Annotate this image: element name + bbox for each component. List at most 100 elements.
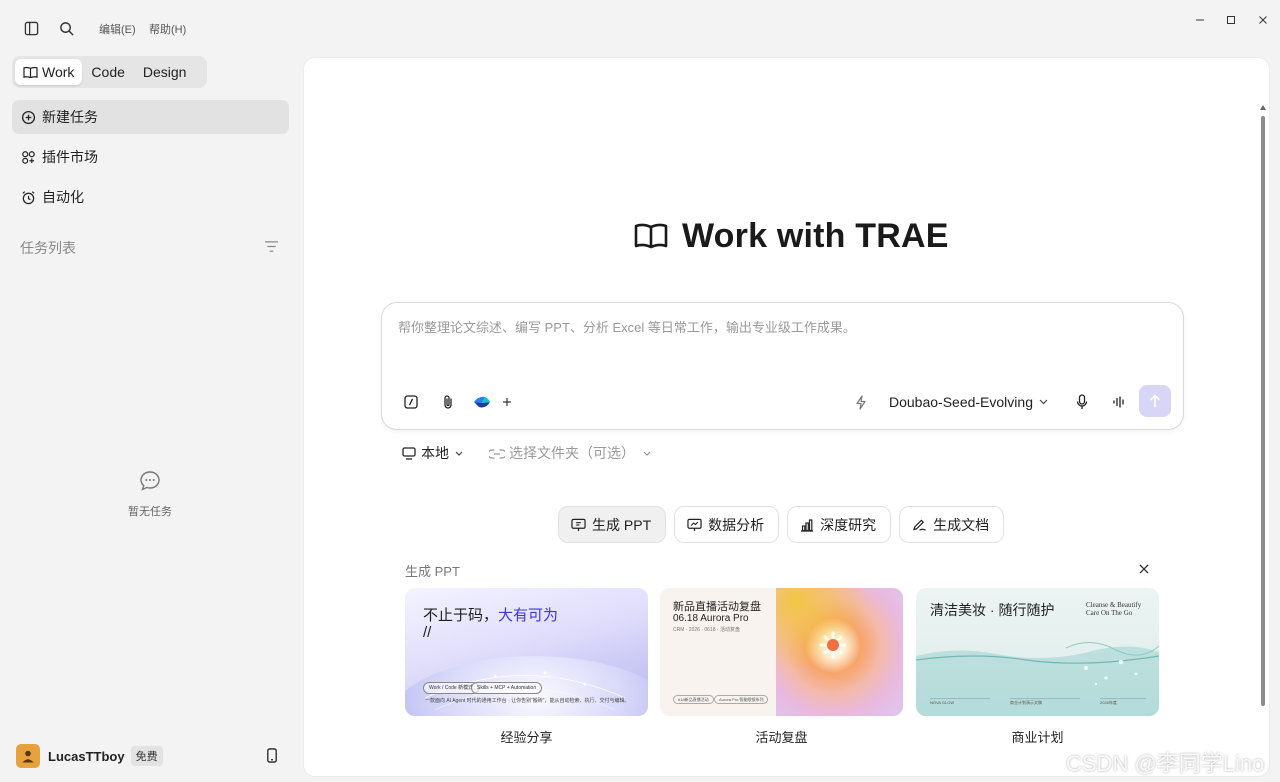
card-footer: NOVA GLOW [930,700,955,705]
card-title: 不止于码，大有可为 [423,604,558,625]
chip-label: 深度研究 [820,516,877,533]
send-button[interactable] [1139,385,1171,417]
chip-label: 数据分析 [708,516,765,533]
card-title: 新品直播活动复盘 [673,601,761,613]
card-caption: 商业计划 [1011,730,1064,745]
sidebar-item-automation[interactable]: 自动化 [12,180,289,214]
folder-selector[interactable]: 选择文件夹（可选） [489,443,651,463]
scroll-up-arrow[interactable] [1260,105,1266,110]
card-tag: Skills + MCP + Automation [471,682,543,694]
model-selector[interactable]: Doubao-Seed-Evolving [889,392,1048,412]
plus-circle-icon [20,109,36,125]
menu-edit[interactable]: 编辑(E) [99,21,136,37]
chip-generate-doc[interactable]: 生成文档 [899,506,1005,543]
card-footer: 商业计划演示文稿 [1010,700,1042,705]
presentation-chart-icon [687,518,702,531]
minimize-icon[interactable] [1190,10,1210,30]
model-name: Doubao-Seed-Evolving [889,394,1033,410]
maximize-icon[interactable] [1221,10,1241,30]
card-subtext: 一款面向 AI Agent 时代的通用工作台 · 让你告别“搬砖”，能从自动检索… [425,698,630,704]
slash-command-icon[interactable] [400,391,422,413]
book-icon [634,223,668,249]
plan-badge: 免费 [130,746,163,766]
card-title-accent: 大有可为 [498,607,559,624]
prompt-input[interactable] [398,317,1158,357]
mode-work[interactable]: Work [15,59,83,85]
chip-deep-research[interactable]: 深度研究 [787,506,892,543]
chip-label: 生成 PPT [592,516,652,533]
mode-design-label: Design [142,64,187,80]
card-title-en: Cleanse & Beautify Care On The Go [1086,601,1141,617]
card-tag: 618新品直播活动 [673,695,714,704]
template-card-event-review[interactable]: 新品直播活动复盘 06.18 Aurora Pro CRM · 2026 · 0… [660,588,903,716]
voice-waveform-icon[interactable] [1108,391,1130,413]
location-selector[interactable]: 本地 [402,443,463,463]
mode-design[interactable]: Design [134,59,196,85]
card-caption: 活动复盘 [755,730,808,745]
chevron-down-icon [1039,399,1048,405]
watermark: CSDN @李同学Lino [1066,751,1265,776]
sidebar-item-new-task[interactable]: 新建任务 [12,100,289,134]
chat-bubble-icon [139,471,161,496]
prompt-composer: Doubao-Seed-Evolving [381,302,1184,430]
section-title: 生成 PPT [405,564,460,579]
add-plus-icon[interactable] [496,391,518,413]
starburst-graphic [819,631,847,659]
microphone-icon[interactable] [1071,391,1093,413]
card-subtitle: 06.18 Aurora Pro [673,613,749,624]
mode-code[interactable]: Code [82,59,133,85]
folder-placeholder: 选择文件夹（可选） [509,445,635,461]
chevron-down-icon [455,451,463,456]
pen-doc-icon [913,519,927,531]
chip-generate-ppt[interactable]: 生成 PPT [558,506,667,543]
user-name: LucasTTboy [48,748,125,764]
search-icon[interactable] [56,18,76,38]
location-label: 本地 [421,445,449,461]
task-list-title: 任务列表 [20,240,76,256]
chip-label: 生成文档 [933,516,990,533]
filter-icon[interactable] [264,240,279,258]
feishu-logo-icon[interactable] [471,391,493,413]
page-title: Work with TRAE [682,216,949,255]
sidebar-item-label: 自动化 [42,189,84,205]
card-title-en-line: Cleanse & Beautify [1086,601,1142,609]
book-icon [23,66,38,78]
template-card-business-plan[interactable]: 清洁美妆 · 随行随护 Cleanse & Beautify Care On T… [916,588,1159,716]
user-profile[interactable]: LucasTTboy 免费 [16,744,163,768]
card-title-main: 不止于码， [423,607,499,624]
arrow-up-icon [1149,394,1161,407]
plugins-grid-icon [20,149,36,165]
title-bar: 编辑(E) 帮助(H) [0,0,1280,56]
presentation-icon [571,518,586,531]
avatar[interactable] [16,744,40,768]
mode-switcher: Work Code Design [12,56,207,88]
card-title: 清洁美妆 · 随行随护 [930,602,1055,618]
sidebar-item-label: 新建任务 [42,109,98,125]
hero-heading: Work with TRAE [634,216,949,256]
lightning-icon[interactable] [850,391,872,413]
sidebar-item-plugins[interactable]: 插件市场 [12,140,289,174]
monitor-icon [402,446,416,460]
alarm-clock-icon [20,189,36,205]
toggle-sidebar-icon[interactable] [21,18,41,38]
card-footer: 2026年度 [1100,700,1117,705]
card-caption: 经验分享 [500,730,553,745]
empty-task-text: 暂无任务 [128,506,172,518]
scrollbar[interactable] [1261,116,1265,706]
card-title-slash: // [423,624,432,641]
template-card-experience[interactable]: 不止于码，大有可为 // Work / Code 新模式 Skills + MC… [405,588,648,716]
main-panel: Work with TRAE Doubao-Seed-Evolving [303,57,1270,777]
bar-chart-icon [801,518,814,532]
folder-link-icon [489,448,505,459]
card-tag: Aurora Pro 智能眼镜系列 [714,695,769,704]
close-icon[interactable] [1139,561,1149,579]
sidebar-item-label: 插件市场 [42,149,98,165]
close-window-icon[interactable] [1253,10,1273,30]
mode-code-label: Code [91,64,125,80]
card-title-en-line: Care On The Go [1086,609,1133,617]
empty-task-state: 暂无任务 [100,470,200,519]
mobile-device-icon[interactable] [266,748,278,768]
chip-data-analysis[interactable]: 数据分析 [674,506,780,543]
attachment-icon[interactable] [437,391,459,413]
menu-help[interactable]: 帮助(H) [149,21,186,37]
